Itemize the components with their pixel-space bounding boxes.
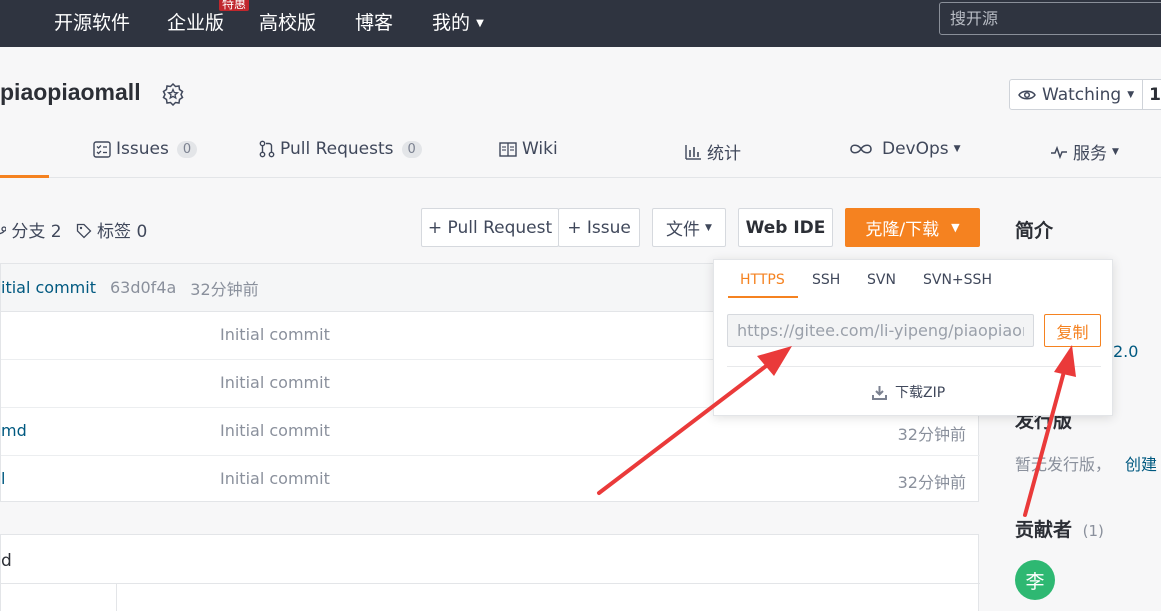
watch-control: Watching ▼ 1 <box>1009 79 1161 110</box>
tab-devops[interactable]: DevOps ▼ <box>849 139 961 159</box>
infinity-icon <box>850 144 872 154</box>
book-icon <box>499 141 517 157</box>
file-menu-label: 文件 <box>666 220 701 240</box>
tab-ssh[interactable]: SSH <box>812 272 840 288</box>
tab-issues-count: 0 <box>176 140 198 158</box>
file-commit-message[interactable]: Initial commit <box>220 469 330 488</box>
caret-down-icon: ▼ <box>951 221 960 234</box>
nav-mine-label: 我的 <box>432 12 471 34</box>
file-name[interactable]: l <box>1 469 5 488</box>
recommended-badge-icon <box>162 82 184 106</box>
caret-down-icon: ▼ <box>953 144 961 154</box>
active-tab-indicator <box>0 175 49 178</box>
latest-commit-time: 32分钟前 <box>190 279 259 299</box>
contributors-heading: 贡献者 (1) <box>1015 515 1104 542</box>
nav-enterprise[interactable]: 企业版 <box>167 8 224 35</box>
intro-heading: 简介 <box>1015 220 1054 242</box>
file-row[interactable]: l Initial commit 32分钟前 <box>1 456 980 504</box>
nav-education[interactable]: 高校版 <box>259 8 316 35</box>
search-input[interactable] <box>939 2 1161 35</box>
file-commit-time: 32分钟前 <box>897 425 966 444</box>
tab-issues-label: Issues <box>116 139 169 159</box>
file-commit-message[interactable]: Initial commit <box>220 325 330 344</box>
tag-icon <box>76 223 92 239</box>
watch-button[interactable]: Watching ▼ <box>1010 80 1144 109</box>
tags-count: 标签 0 <box>97 222 148 242</box>
new-pull-request-button[interactable]: + Pull Request <box>421 208 559 247</box>
tab-pull-requests-count: 0 <box>401 140 422 158</box>
clone-dropdown: HTTPS SSH SVN SVN+SSH 复制 下载ZIP <box>713 259 1113 416</box>
latest-commit-message[interactable]: itial commit <box>1 278 96 297</box>
license-link[interactable]: 2.0 <box>1113 342 1138 361</box>
repo-header: piaopiaomall Watching ▼ 1 Issues 0 Pull … <box>0 47 1161 178</box>
tab-https[interactable]: HTTPS <box>740 272 785 288</box>
watch-count[interactable]: 1 <box>1143 80 1161 109</box>
web-ide-button[interactable]: Web IDE <box>738 208 833 247</box>
tab-devops-label: DevOps <box>882 139 949 159</box>
eye-icon <box>1018 90 1036 99</box>
divider <box>727 366 1101 367</box>
tab-stats-label: 统计 <box>707 144 741 164</box>
create-release-link[interactable]: 创建 <box>1125 451 1157 475</box>
top-navbar: 开源软件 企业版 特惠 高校版 博客 我的 ▼ <box>0 0 1161 47</box>
divider <box>1 583 980 584</box>
clone-download-button[interactable]: 克隆/下载 ▼ <box>845 208 980 247</box>
promo-badge: 特惠 <box>219 0 250 11</box>
pull-request-icon <box>259 140 275 158</box>
divider <box>116 584 117 611</box>
download-icon <box>872 385 887 400</box>
readme-title: d <box>1 551 12 571</box>
bar-chart-icon <box>685 144 701 160</box>
branch-tag-summary: 分支 2 标签 0 <box>0 217 147 242</box>
avatar[interactable]: 李 <box>1015 560 1055 600</box>
readme-panel: d <box>0 534 980 611</box>
download-zip-label: 下载ZIP <box>895 385 946 401</box>
caret-down-icon: ▼ <box>1112 146 1119 157</box>
nav-blog[interactable]: 博客 <box>355 8 393 35</box>
file-commit-time: 32分钟前 <box>897 473 966 492</box>
caret-down-icon: ▼ <box>1127 89 1135 100</box>
tab-svn-ssh[interactable]: SVN+SSH <box>923 272 992 288</box>
clone-url-field[interactable] <box>727 314 1034 347</box>
watch-label: Watching <box>1042 84 1122 105</box>
branch-icon <box>0 226 7 235</box>
file-commit-message[interactable]: Initial commit <box>220 373 330 392</box>
latest-commit-hash[interactable]: 63d0f4a <box>110 278 176 297</box>
repo-title[interactable]: piaopiaomall <box>0 79 141 106</box>
nav-open-source[interactable]: 开源软件 <box>54 8 130 35</box>
copy-button[interactable]: 复制 <box>1044 314 1101 347</box>
tab-stats[interactable]: 统计 <box>685 139 741 164</box>
branches-count: 分支 2 <box>11 222 62 242</box>
caret-down-icon: ▼ <box>476 18 484 29</box>
tab-pull-requests[interactable]: Pull Requests 0 <box>259 139 422 159</box>
pulse-icon <box>1051 145 1067 159</box>
issues-icon <box>93 140 111 158</box>
tab-wiki-label: Wiki <box>522 139 558 159</box>
contributors-count: (1) <box>1082 522 1104 540</box>
file-menu-button[interactable]: 文件 ▼ <box>652 208 726 247</box>
file-commit-message[interactable]: Initial commit <box>220 421 330 440</box>
tab-pull-requests-label: Pull Requests <box>280 139 394 159</box>
tab-svn[interactable]: SVN <box>867 272 896 288</box>
nav-mine[interactable]: 我的 ▼ <box>432 8 484 35</box>
clone-download-label: 克隆/下载 <box>865 220 940 240</box>
contributors-label: 贡献者 <box>1015 519 1073 541</box>
tab-services[interactable]: 服务 ▼ <box>1050 139 1119 164</box>
branches-link[interactable]: 分支 2 <box>0 217 62 242</box>
file-name[interactable]: md <box>1 421 27 440</box>
tab-services-label: 服务 <box>1073 144 1107 164</box>
tab-issues[interactable]: Issues 0 <box>93 139 198 159</box>
active-protocol-indicator <box>728 296 798 298</box>
no-releases-text: 暂无发行版， <box>1015 455 1112 474</box>
new-issue-button[interactable]: + Issue <box>558 208 640 247</box>
download-zip-link[interactable]: 下载ZIP <box>872 382 945 402</box>
tab-wiki[interactable]: Wiki <box>499 139 558 159</box>
caret-down-icon: ▼ <box>705 222 712 233</box>
tags-link[interactable]: 标签 0 <box>76 217 148 242</box>
